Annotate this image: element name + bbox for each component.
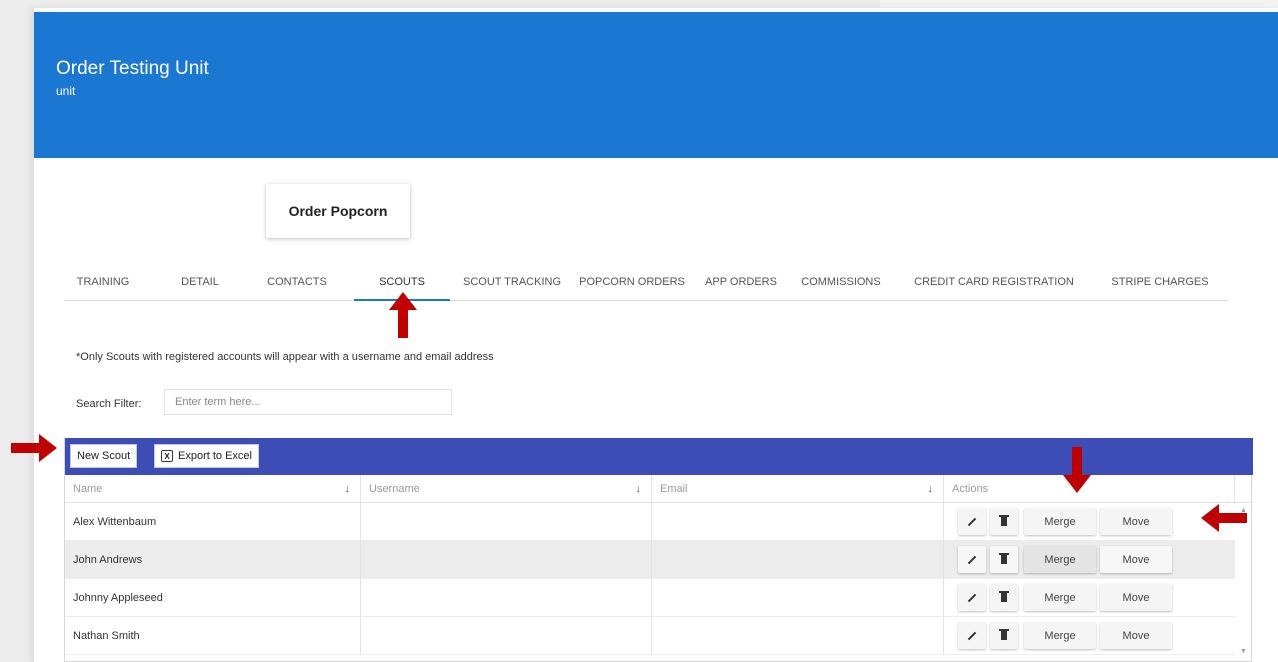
page: Order Testing Unit unit Order Popcorn TR… [34, 8, 1278, 662]
table-row[interactable]: John Andrews Merge Move [65, 541, 1235, 579]
delete-button[interactable] [990, 546, 1018, 573]
column-label: Email [660, 483, 688, 495]
search-filter-input[interactable] [164, 389, 452, 415]
merge-button[interactable]: Merge [1024, 546, 1096, 573]
move-button[interactable]: Move [1100, 622, 1172, 649]
merge-button[interactable]: Merge [1024, 622, 1096, 649]
trash-icon [999, 553, 1009, 564]
sort-arrow-icon[interactable]: ↓ [636, 475, 642, 503]
edit-button[interactable] [958, 508, 986, 535]
unit-banner: Order Testing Unit unit [34, 12, 1278, 158]
export-to-excel-button[interactable]: X Export to Excel [154, 444, 259, 468]
table-row[interactable]: Alex Wittenbaum Merge Move [65, 503, 1235, 541]
tab-detail[interactable]: DETAIL [168, 264, 232, 300]
cell-email [652, 579, 944, 617]
tab-training[interactable]: TRAINING [64, 264, 142, 300]
column-label: Username [369, 483, 420, 495]
move-button[interactable]: Move [1100, 508, 1172, 535]
merge-button[interactable]: Merge [1024, 508, 1096, 535]
delete-button[interactable] [990, 584, 1018, 611]
cell-actions: Merge Move [944, 579, 1235, 617]
scroll-down-icon[interactable]: ▼ [1240, 648, 1247, 655]
arrow-left-icon [1201, 504, 1247, 532]
pencil-icon [967, 593, 977, 602]
tab-commissions[interactable]: COMMISSIONS [792, 264, 890, 300]
sort-arrow-icon[interactable]: ↓ [928, 475, 934, 503]
cell-email [652, 617, 944, 655]
table-row[interactable]: Nathan Smith Merge Move [65, 617, 1235, 655]
order-popcorn-button[interactable]: Order Popcorn [266, 184, 410, 238]
arrow-down-icon [1063, 447, 1091, 493]
cell-email [652, 541, 944, 579]
tab-credit-card-registration[interactable]: CREDIT CARD REGISTRATION [894, 264, 1094, 300]
tab-app-orders[interactable]: APP ORDERS [694, 264, 788, 300]
cell-username [361, 541, 652, 579]
unit-title: Order Testing Unit [56, 58, 209, 79]
move-button[interactable]: Move [1100, 584, 1172, 611]
cell-name: John Andrews [65, 541, 361, 579]
merge-button[interactable]: Merge [1024, 584, 1096, 611]
cell-actions: Merge Move [944, 541, 1235, 579]
pencil-icon [967, 631, 977, 640]
edit-button[interactable] [958, 584, 986, 611]
trash-icon [999, 591, 1009, 602]
search-filter-label: Search Filter: [76, 398, 142, 410]
cell-name: Johnny Appleseed [65, 579, 361, 617]
cell-email [652, 503, 944, 541]
cell-actions: Merge Move [944, 503, 1235, 541]
cell-username [361, 503, 652, 541]
cell-name: Alex Wittenbaum [65, 503, 361, 541]
trash-icon [999, 629, 1009, 640]
column-header-username[interactable]: Username ↓ [361, 475, 652, 503]
column-header-email[interactable]: Email ↓ [652, 475, 944, 503]
column-label: Name [73, 483, 103, 495]
new-scout-label: New Scout [77, 450, 131, 462]
delete-button[interactable] [990, 622, 1018, 649]
delete-button[interactable] [990, 508, 1018, 535]
column-header-name[interactable]: Name ↓ [65, 475, 361, 503]
cell-username [361, 579, 652, 617]
table-row[interactable]: Johnny Appleseed Merge Move [65, 579, 1235, 617]
pencil-icon [967, 517, 977, 526]
tab-bar: TRAINING DETAIL CONTACTS SCOUTS SCOUT TR… [64, 264, 1228, 301]
edit-button[interactable] [958, 622, 986, 649]
unit-subtitle: unit [56, 84, 76, 98]
cell-actions: Merge Move [944, 617, 1235, 655]
scouts-note: *Only Scouts with registered accounts wi… [76, 351, 494, 363]
arrow-up-icon [389, 292, 417, 338]
edit-button[interactable] [958, 546, 986, 573]
arrow-right-icon [11, 434, 57, 462]
excel-icon: X [161, 450, 173, 462]
move-button[interactable]: Move [1100, 546, 1172, 573]
tab-contacts[interactable]: CONTACTS [256, 264, 338, 300]
cell-username [361, 617, 652, 655]
trash-icon [999, 515, 1009, 526]
pencil-icon [967, 555, 977, 564]
cell-name: Nathan Smith [65, 617, 361, 655]
tab-scout-tracking[interactable]: SCOUT TRACKING [454, 264, 570, 300]
sort-arrow-icon[interactable]: ↓ [345, 475, 351, 503]
export-label: Export to Excel [178, 450, 252, 462]
new-scout-button[interactable]: New Scout [70, 444, 138, 468]
tab-popcorn-orders[interactable]: POPCORN ORDERS [574, 264, 690, 300]
tab-stripe-charges[interactable]: STRIPE CHARGES [1098, 264, 1222, 300]
